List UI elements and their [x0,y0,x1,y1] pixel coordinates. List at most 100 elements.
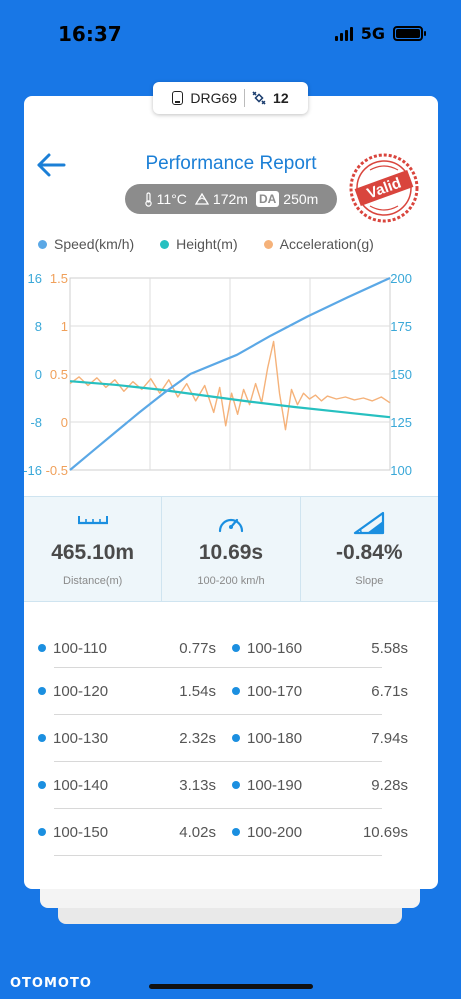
legend-height: Height(m) [160,236,238,252]
slope-label: Slope [355,575,384,587]
status-bar: 16:37 5G [0,0,461,70]
signal-icon [334,26,353,41]
status-time: 16:37 [58,22,122,46]
split-divider [54,808,218,809]
device-icon [172,91,184,105]
split-item: 100-160 5.58s [232,636,408,660]
chart-legend: Speed(km/h) Height(m) Acceleration(g) [24,236,438,252]
temperature: 11°C [144,191,187,207]
ruler-icon [77,516,108,525]
speedometer-icon [218,518,244,533]
device-pill[interactable]: DRG69 12 [153,82,308,114]
legend-acceleration-label: Acceleration(g) [279,236,374,252]
split-divider [54,714,218,715]
legend-dot-height [160,239,170,249]
accel-tick-label: 1 [61,319,68,334]
split-label: 100-120 [53,682,109,700]
performance-chart: 16 1.5 200 8 1 175 0 0.5 150 -8 0 125 -16 -0.5 100 [24,272,412,478]
split-item: 100-180 7.94s [232,726,408,750]
speed-tick-label: 200 [390,272,412,286]
split-item: 100-130 2.32s [38,726,216,750]
time-value: 10.69s [198,541,264,564]
split-value: 10.69s [362,823,408,841]
split-label: 100-170 [247,682,303,700]
status-icons: 5G [334,24,426,43]
split-divider [54,761,218,762]
height-tick-label: 0 [35,367,42,382]
split-label: 100-180 [247,729,303,747]
split-label: 100-190 [247,776,303,794]
split-item: 100-200 10.69s [232,820,408,844]
legend-height-label: Height(m) [176,236,238,252]
conditions-pill: 11°C 172m DA 250m [125,184,337,214]
battery-icon [393,26,426,41]
stat-slope: -0.84% Slope [301,497,438,601]
speed-tick-label: 125 [390,415,412,430]
home-indicator[interactable] [149,984,313,989]
split-label: 100-160 [247,639,303,657]
stat-distance: 465.10m Distance(m) [24,497,163,601]
split-value: 4.02s [179,823,216,841]
stamp-text: Valid [365,174,404,202]
split-divider [218,855,382,856]
split-value: 9.28s [371,776,408,794]
speed-tick-label: 150 [390,367,412,382]
altitude: 172m [194,191,248,207]
legend-speed: Speed(km/h) [38,236,134,252]
valid-stamp: Valid [349,153,419,223]
speed-tick-label: 175 [390,319,412,334]
split-label: 100-200 [247,823,303,841]
height-tick-label: 16 [28,272,42,286]
split-item: 100-120 1.54s [38,679,216,703]
split-value: 1.54s [179,682,216,700]
legend-speed-label: Speed(km/h) [54,236,135,252]
slope-value: -0.84% [336,541,403,564]
split-label: 100-110 [53,639,107,657]
split-item: 100-170 6.71s [232,679,408,703]
split-value: 5.58s [371,639,408,657]
split-label: 100-130 [53,729,109,747]
split-item: 100-150 4.02s [38,820,216,844]
distance-value: 465.10m [51,541,135,564]
split-label: 100-150 [53,823,109,841]
split-value: 0.77s [179,639,216,657]
accel-tick-label: 0 [61,415,68,430]
accel-tick-label: 1.5 [50,272,68,286]
split-divider [218,761,382,762]
stat-time: 10.69s 100-200 km/h [162,497,301,601]
satellite-icon [252,91,266,105]
legend-dot-acceleration [263,239,273,249]
mountain-icon [194,193,209,205]
split-value: 7.94s [371,729,408,747]
height-tick-label: -16 [24,463,42,478]
temperature-value: 11°C [156,191,187,207]
split-value: 2.32s [179,729,216,747]
split-label: 100-140 [53,776,109,794]
da-badge: DA [255,191,280,207]
density-altitude-value: 250m [283,191,319,207]
pill-divider [244,89,246,107]
thermometer-icon [144,191,152,207]
device-name: DRG69 [190,90,238,106]
split-item: 100-110 0.77s [38,636,216,660]
split-divider [54,855,218,856]
accel-tick-label: -0.5 [46,463,68,478]
network-label: 5G [360,24,385,43]
split-item: 100-190 9.28s [232,773,408,797]
split-value: 6.71s [371,682,408,700]
split-divider [54,667,218,668]
split-value: 3.13s [179,776,216,794]
watermark-logo: OTOMOTO [10,976,92,991]
legend-acceleration: Acceleration(g) [263,236,374,252]
distance-label: Distance(m) [63,575,123,587]
height-tick-label: 8 [35,319,42,334]
stats-panel: 465.10m Distance(m) 10.69s 100-200 km/h … [24,496,438,602]
satellite-count: 12 [273,90,289,106]
height-tick-label: -8 [30,415,42,430]
altitude-value: 172m [212,191,248,207]
split-divider [218,714,382,715]
split-divider [218,808,382,809]
speed-tick-label: 100 [390,463,412,478]
density-altitude: DA 250m [255,191,319,207]
split-item: 100-140 3.13s [38,773,216,797]
